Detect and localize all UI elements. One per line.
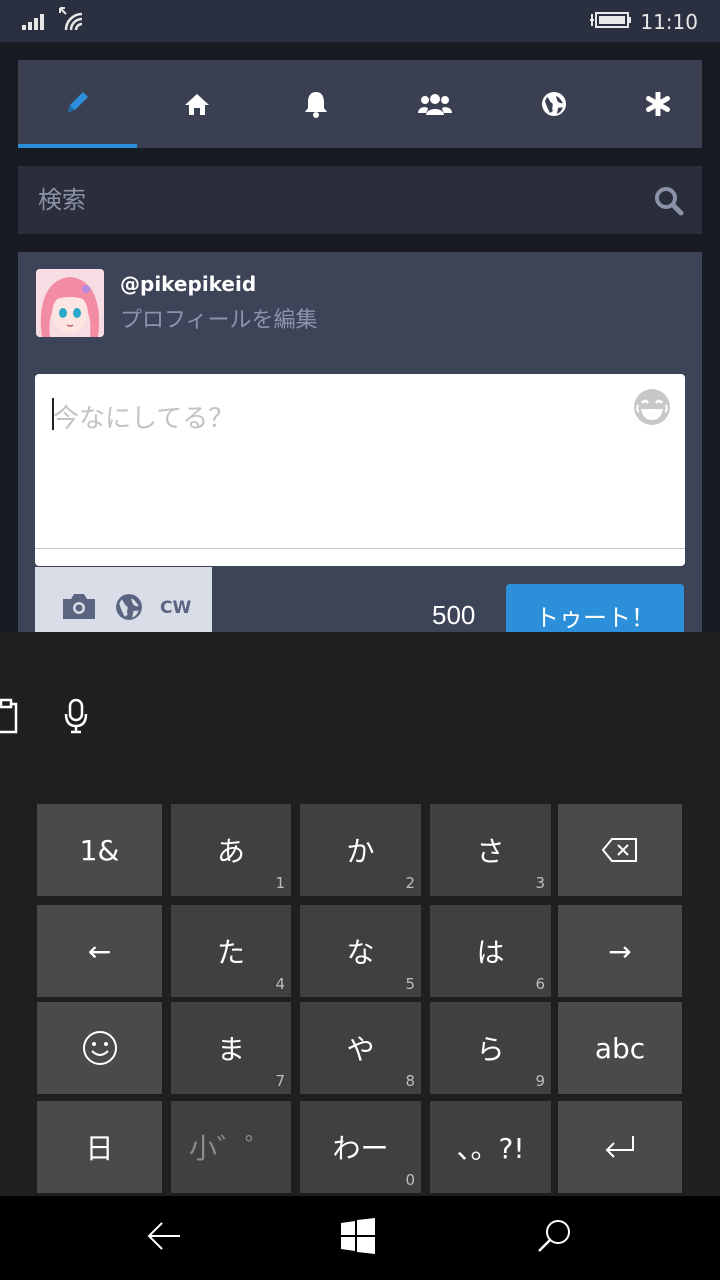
edit-profile-link[interactable]: プロフィールを編集	[120, 302, 318, 334]
clipboard-icon[interactable]	[0, 698, 18, 734]
key-backspace[interactable]	[558, 804, 682, 896]
camera-icon[interactable]	[61, 591, 97, 621]
key-label: た	[216, 936, 245, 969]
key-number: 5	[405, 975, 415, 993]
key-ya[interactable]: や8	[300, 1002, 421, 1094]
keyboard-toolbar	[0, 632, 720, 792]
key-right-arrow[interactable]: →	[558, 905, 682, 997]
globe-icon	[541, 92, 566, 116]
status-bar: 11:10	[0, 0, 720, 42]
app-content: @pikepikeid プロフィールを編集 今なにしてる？	[0, 42, 720, 632]
key-ha[interactable]: は6	[430, 905, 551, 997]
key-label: 日	[85, 1132, 114, 1165]
enter-icon	[605, 1136, 634, 1158]
textarea-divider	[35, 548, 685, 549]
signal-icon	[22, 14, 44, 30]
wifi-icon	[59, 7, 83, 31]
home-icon	[184, 94, 209, 115]
emoji-picker-icon[interactable]	[633, 388, 671, 426]
key-label: →	[608, 934, 632, 968]
key-ra[interactable]: ら9	[430, 1002, 551, 1094]
key-label: ←	[87, 934, 112, 968]
key-ta[interactable]: た4	[171, 905, 291, 997]
key-label: さ	[476, 835, 505, 868]
users-icon	[417, 94, 452, 115]
key-label: 、。?!	[456, 1132, 525, 1165]
key-na[interactable]: な5	[300, 905, 421, 997]
microphone-icon[interactable]	[64, 698, 88, 734]
key-label: 1&	[79, 833, 120, 867]
search-input[interactable]	[18, 166, 638, 234]
key-enter[interactable]	[558, 1101, 682, 1193]
tab-compose[interactable]	[18, 60, 137, 148]
key-ka[interactable]: か2	[300, 804, 421, 896]
key-number: 4	[275, 975, 285, 993]
search-icon[interactable]	[654, 186, 684, 216]
clock: 11:10	[640, 10, 698, 34]
key-abc[interactable]: abc	[558, 1002, 682, 1094]
toot-button[interactable]: トゥート！	[506, 584, 684, 632]
key-wa[interactable]: わー 0	[300, 1101, 421, 1193]
key-sa[interactable]: さ3	[430, 804, 551, 896]
key-label: は	[476, 936, 505, 969]
key-label: ら	[476, 1033, 505, 1066]
toot-textarea[interactable]: 今なにしてる？	[35, 374, 685, 566]
character-counter: 500	[432, 600, 476, 630]
compose-panel: @pikepikeid プロフィールを編集 今なにしてる？ CW 500 トゥー…	[18, 252, 702, 632]
visibility-globe-icon[interactable]	[115, 593, 143, 621]
key-number: 0	[405, 1171, 415, 1189]
software-keyboard: 1& あ1 か2 さ3 ← た4 な5 は6 → ま7 や8 ら9 abc 日 …	[0, 632, 720, 1196]
key-ma[interactable]: ま7	[171, 1002, 291, 1094]
compose-tools: CW	[35, 567, 212, 632]
pencil-icon	[67, 92, 88, 112]
battery-icon	[590, 12, 631, 28]
asterisk-icon	[645, 92, 670, 116]
avatar-image	[36, 269, 104, 337]
content-warning-button[interactable]: CW	[160, 598, 191, 618]
tab-notifications[interactable]	[256, 60, 375, 148]
key-label: な	[346, 936, 375, 969]
key-a[interactable]: あ1	[171, 804, 291, 896]
backspace-icon	[602, 838, 637, 862]
key-number: 6	[535, 975, 545, 993]
tab-menu[interactable]	[613, 60, 702, 148]
key-small-dakuten[interactable]: 小゛゜	[171, 1101, 291, 1193]
account-handle: @pikepikeid	[120, 272, 257, 296]
key-label: abc	[594, 1031, 646, 1065]
key-label: わー	[332, 1132, 389, 1165]
windows-start-icon[interactable]	[341, 1218, 375, 1254]
search-icon[interactable]	[536, 1218, 572, 1254]
tab-local-timeline[interactable]	[375, 60, 494, 148]
key-number: 2	[405, 874, 415, 892]
key-label: ま	[216, 1033, 245, 1066]
key-punctuation[interactable]: 、。?!	[430, 1101, 551, 1193]
key-number: 7	[275, 1072, 285, 1090]
nav-bar	[18, 60, 702, 148]
bell-icon	[304, 92, 327, 118]
system-nav-bar	[0, 1196, 720, 1280]
tab-federated-timeline[interactable]	[494, 60, 613, 148]
key-number: 8	[405, 1072, 415, 1090]
toot-placeholder: 今なにしてる？	[53, 404, 235, 434]
key-number: 1	[275, 874, 285, 892]
avatar[interactable]	[36, 269, 104, 337]
key-label: 小゛゜	[188, 1132, 273, 1165]
key-label: や	[346, 1033, 375, 1066]
key-label: か	[346, 835, 375, 868]
key-number: 3	[535, 874, 545, 892]
key-left-arrow[interactable]: ←	[37, 905, 162, 997]
back-icon[interactable]	[146, 1220, 182, 1252]
key-label: あ	[216, 835, 245, 868]
key-emoji[interactable]	[37, 1002, 162, 1094]
key-number: 9	[535, 1072, 545, 1090]
key-language[interactable]: 日	[37, 1101, 162, 1193]
search-bar	[18, 166, 702, 234]
smiley-icon	[82, 1031, 117, 1065]
tab-home[interactable]	[137, 60, 256, 148]
key-numbers[interactable]: 1&	[37, 804, 162, 896]
